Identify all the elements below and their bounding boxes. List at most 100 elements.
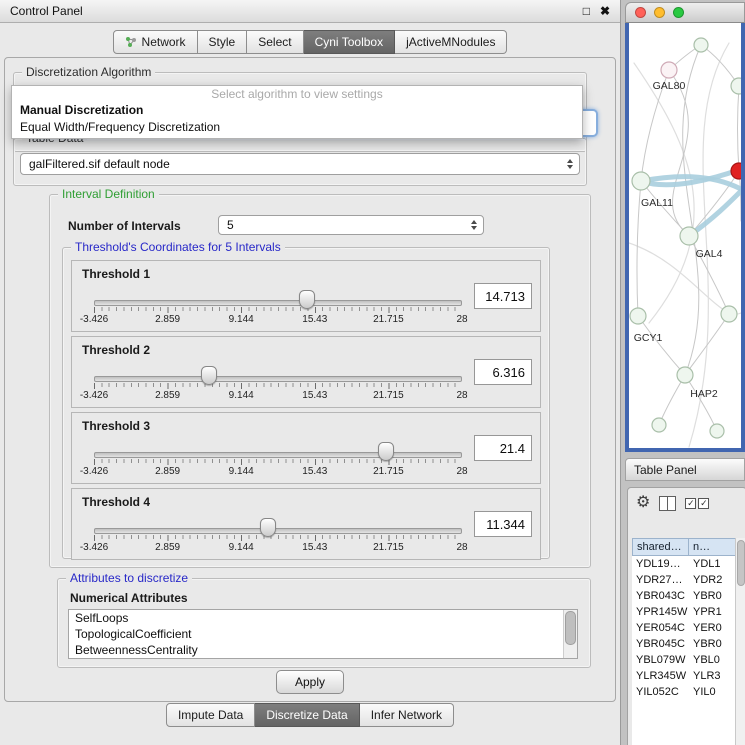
table-row[interactable]: YBR045CYBR0 — [632, 636, 736, 652]
tab-network[interactable]: Network — [113, 30, 198, 54]
table-cell: YDR27… — [632, 572, 689, 588]
threshold-slider[interactable]: -3.4262.8599.14415.4321.71528 — [94, 287, 462, 327]
network-edge[interactable] — [683, 45, 701, 375]
tick-label: 21.715 — [373, 542, 404, 553]
close-icon[interactable]: ✖ — [600, 4, 610, 18]
slider-major-ticks — [94, 383, 462, 389]
gear-icon[interactable]: ⚙ — [636, 495, 650, 511]
table-row[interactable]: YLR345WYLR3 — [632, 668, 736, 684]
table-row[interactable]: YBL079WYBL0 — [632, 652, 736, 668]
network-node[interactable] — [652, 418, 666, 432]
attribute-item[interactable]: SelfLoops — [69, 610, 577, 626]
network-edge[interactable] — [738, 86, 740, 171]
table-data-group: Table Data galFiltered.sif default node — [13, 138, 587, 186]
tick-label: 15.43 — [302, 390, 327, 401]
zoom-light-icon[interactable] — [673, 7, 684, 18]
slider-track[interactable] — [94, 300, 462, 306]
network-node-selected[interactable] — [731, 163, 741, 179]
table-cell: YIL0 — [689, 684, 736, 700]
network-node[interactable] — [661, 62, 677, 78]
algorithm-option-equal-width-frequency-discretization[interactable]: Equal Width/Frequency Discretization — [12, 119, 582, 136]
tab-discretize-data[interactable]: Discretize Data — [255, 703, 359, 727]
tab-jactivemnodules[interactable]: jActiveMNodules — [395, 30, 507, 54]
algorithm-option-manual-discretization[interactable]: Manual Discretization — [12, 102, 582, 119]
tab-style[interactable]: Style — [198, 30, 248, 54]
cyni-toolbox-panel: Discretization Algorithm Select algorith… — [4, 57, 616, 702]
network-node[interactable] — [630, 308, 646, 324]
thresholds-group-title: Threshold's Coordinates for 5 Intervals — [71, 240, 285, 254]
threshold-value-field[interactable]: 14.713 — [474, 283, 532, 309]
attributes-scrollbar[interactable] — [563, 610, 577, 658]
table-data-combobox[interactable]: galFiltered.sif default node — [20, 153, 580, 175]
threshold-value-field[interactable]: 11.344 — [474, 511, 532, 537]
network-node[interactable] — [680, 227, 698, 245]
slider-track[interactable] — [94, 528, 462, 534]
attributes-group: Attributes to discretize Numerical Attri… — [57, 578, 591, 668]
control-panel-window: Control Panel □ ✖ NetworkStyleSelectCyni… — [0, 0, 621, 745]
thresholds-group: Threshold's Coordinates for 5 Intervals … — [62, 247, 550, 559]
table-body: YDL19…YDL1YDR27…YDR2YBR043CYBR0YPR145WYP… — [632, 556, 736, 700]
network-node[interactable] — [731, 78, 741, 94]
threshold-value-field[interactable]: 21.4 — [474, 435, 532, 461]
close-light-icon[interactable] — [635, 7, 646, 18]
attributes-group-title: Attributes to discretize — [66, 571, 192, 585]
tab-infer-network[interactable]: Infer Network — [360, 703, 454, 727]
table-scrollbar-thumb[interactable] — [737, 540, 745, 586]
network-node[interactable] — [710, 424, 724, 438]
numerical-attributes-list[interactable]: SelfLoopsTopologicalCoefficientBetweenne… — [68, 609, 578, 659]
apply-button[interactable]: Apply — [276, 670, 344, 694]
network-edge[interactable] — [685, 375, 717, 431]
network-node[interactable] — [721, 306, 737, 322]
network-node[interactable] — [632, 172, 650, 190]
column-selector-icon[interactable] — [659, 496, 676, 511]
slider-thumb[interactable] — [378, 442, 394, 461]
tab-impute-data[interactable]: Impute Data — [166, 703, 255, 727]
table-row[interactable]: YDR27…YDR2 — [632, 572, 736, 588]
table-panel-header[interactable]: Table Panel — [625, 458, 745, 481]
node-attribute-table[interactable]: shared…n… YDL19…YDL1YDR27…YDR2YBR043CYBR… — [632, 538, 736, 745]
slider-track[interactable] — [94, 376, 462, 382]
table-scrollbar[interactable] — [735, 538, 745, 745]
network-node[interactable] — [677, 367, 693, 383]
network-edge-highlighted[interactable] — [689, 191, 741, 236]
table-row[interactable]: YIL052CYIL0 — [632, 684, 736, 700]
threshold-label: Threshold 4 — [82, 495, 150, 509]
network-canvas[interactable]: GAL80GAL11GAL4GCY1HAP2 — [629, 23, 741, 448]
table-column-header[interactable]: n… — [689, 538, 736, 556]
table-row[interactable]: YBR043CYBR0 — [632, 588, 736, 604]
threshold-slider[interactable]: -3.4262.8599.14415.4321.71528 — [94, 515, 462, 555]
tab-cyni-toolbox[interactable]: Cyni Toolbox — [304, 30, 395, 54]
algorithm-placeholder: Select algorithm to view settings — [12, 86, 582, 102]
table-row[interactable]: YER054CYER0 — [632, 620, 736, 636]
float-window-icon[interactable]: □ — [583, 4, 590, 18]
threshold-value-field[interactable]: 6.316 — [474, 359, 532, 385]
tick-label: 9.144 — [229, 390, 254, 401]
slider-thumb[interactable] — [299, 290, 315, 309]
attributes-scrollbar-thumb[interactable] — [565, 611, 576, 645]
slider-thumb[interactable] — [201, 366, 217, 385]
table-cell: YPR145W — [632, 604, 689, 620]
threshold-slider[interactable]: -3.4262.8599.14415.4321.71528 — [94, 439, 462, 479]
attribute-item[interactable]: TopologicalCoefficient — [69, 626, 577, 642]
table-row[interactable]: YPR145WYPR1 — [632, 604, 736, 620]
network-edge[interactable] — [638, 316, 685, 375]
slider-track[interactable] — [94, 452, 462, 458]
network-edge[interactable] — [685, 314, 729, 375]
slider-thumb[interactable] — [260, 518, 276, 537]
network-tab-icon — [125, 36, 137, 48]
table-column-header[interactable]: shared… — [632, 538, 689, 556]
row-selection-icon[interactable]: ✓ ✓ — [685, 498, 709, 509]
number-of-intervals-combobox[interactable]: 5 — [218, 215, 484, 235]
attribute-item[interactable]: BetweennessCentrality — [69, 642, 577, 658]
tab-select[interactable]: Select — [247, 30, 303, 54]
minimize-light-icon[interactable] — [654, 7, 665, 18]
control-panel-title: Control Panel — [10, 4, 573, 18]
control-panel-tabs: NetworkStyleSelectCyni ToolboxjActiveMNo… — [0, 30, 620, 54]
threshold-panel: Threshold 3-3.4262.8599.14415.4321.71528… — [71, 412, 541, 484]
table-row[interactable]: YDL19…YDL1 — [632, 556, 736, 572]
network-node[interactable] — [694, 38, 708, 52]
table-toolbar: ⚙ ✓ ✓ — [628, 488, 745, 518]
threshold-slider[interactable]: -3.4262.8599.14415.4321.71528 — [94, 363, 462, 403]
combo-stepper-icon — [567, 159, 573, 169]
tick-label: 21.715 — [373, 390, 404, 401]
